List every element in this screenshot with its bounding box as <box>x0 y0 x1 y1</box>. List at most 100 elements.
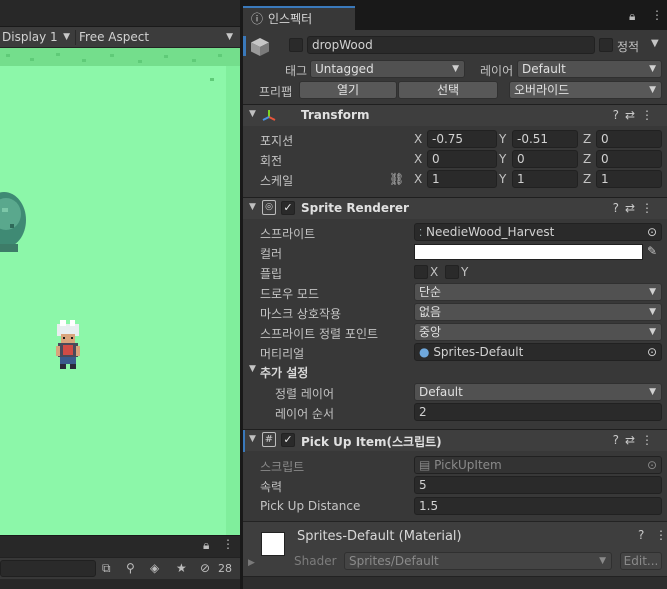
color-swatch[interactable] <box>414 244 643 260</box>
kebab-menu-icon[interactable]: ⋮ <box>641 433 659 447</box>
rotation-x-axis[interactable]: X <box>414 152 422 166</box>
preset-icon[interactable]: ⇄ <box>625 433 641 447</box>
lock-icon[interactable]: 🔒︎ <box>203 538 209 553</box>
script-icon: # <box>262 432 276 447</box>
game-view-toolbar: Display 1 ▼ Free Aspect ▼ <box>0 27 240 48</box>
sprite-object-field[interactable]: ⁚ NeedieWood_Harvest ⊙ <box>414 223 662 241</box>
help-icon[interactable]: ? <box>638 528 644 542</box>
scale-label: 스케일 <box>260 174 294 188</box>
material-object-field[interactable]: ● Sprites-Default ⊙ <box>414 343 662 361</box>
shader-label: Shader <box>294 554 337 568</box>
sorting-layer-value: Default <box>419 385 463 399</box>
sorting-layer-dropdown[interactable]: Default ▼ <box>414 383 662 401</box>
flip-label: 플립 <box>260 267 283 281</box>
rotation-z-field[interactable]: 0 <box>596 150 662 168</box>
object-picker-icon: ⊙ <box>646 458 657 472</box>
position-y-axis[interactable]: Y <box>499 132 506 146</box>
hidden-count-icon[interactable]: ⊘ <box>200 561 210 575</box>
position-x-field[interactable]: -0.75 <box>427 130 497 148</box>
material-asset-icon: ● <box>419 345 430 359</box>
script-label: 스크립트 <box>260 460 305 474</box>
layer-dropdown[interactable]: Default ▼ <box>517 60 662 78</box>
rotation-x-field[interactable]: 0 <box>427 150 497 168</box>
rotation-y-axis[interactable]: Y <box>499 152 506 166</box>
kebab-menu-icon[interactable]: ⋮ <box>222 537 234 551</box>
scale-y-field[interactable]: 1 <box>512 170 578 188</box>
help-icon[interactable]: ? <box>613 108 625 122</box>
preset-icon[interactable]: ⇄ <box>625 201 641 215</box>
sprite-renderer-title: Sprite Renderer <box>301 201 409 215</box>
object-picker-icon[interactable]: ⊙ <box>647 344 657 360</box>
sprite-renderer-enabled-checkbox[interactable]: ✓ <box>281 201 295 215</box>
pickup-item-header[interactable]: ▼ # ✓ Pick Up Item(스크립트) ?⇄⋮ <box>243 429 667 452</box>
position-y-field[interactable]: -0.51 <box>512 130 578 148</box>
object-picker-icon[interactable]: ⊙ <box>647 224 657 240</box>
filter-icon[interactable]: ⚲ <box>126 561 135 575</box>
kebab-menu-icon[interactable]: ⋮ <box>655 528 667 542</box>
additional-settings-label[interactable]: 추가 설정 <box>260 364 308 381</box>
foldout-arrow-icon[interactable]: ▼ <box>249 109 256 119</box>
shader-value: Sprites/Default <box>349 554 439 568</box>
tag-dropdown[interactable]: Untagged ▼ <box>310 60 465 78</box>
mask-interaction-dropdown[interactable]: 없음 ▼ <box>414 303 662 321</box>
game-view-panel: Display 1 ▼ Free Aspect ▼ 🔒︎ ⋮ ⧉ ⚲ ◈ ★ ⊘… <box>0 0 240 589</box>
kebab-menu-icon[interactable]: ⋮ <box>641 201 659 215</box>
pickup-distance-field[interactable]: 1.5 <box>414 497 662 515</box>
script-object-field: ▤ PickUpItem ⊙ <box>414 456 662 474</box>
order-in-layer-field[interactable]: 2 <box>414 403 662 421</box>
position-z-field[interactable]: 0 <box>596 130 662 148</box>
tab-inspector-label: 인스펙터 <box>268 12 313 26</box>
help-icon[interactable]: ? <box>613 201 625 215</box>
scale-z-field[interactable]: 1 <box>596 170 662 188</box>
star-icon[interactable]: ★ <box>176 561 187 575</box>
position-x-axis[interactable]: X <box>414 132 422 146</box>
scale-x-axis[interactable]: X <box>414 172 422 186</box>
grass-edge-right <box>226 66 240 535</box>
kebab-menu-icon[interactable]: ⋮ <box>641 108 659 122</box>
transform-header[interactable]: ▼ Transform ?⇄⋮ <box>243 104 667 126</box>
object-name-field[interactable]: dropWood <box>307 36 595 54</box>
foldout-arrow-icon[interactable]: ▼ <box>249 434 256 444</box>
position-z-axis[interactable]: Z <box>583 132 591 146</box>
constrain-proportions-icon[interactable]: ⛓︎ <box>389 172 404 186</box>
help-icon[interactable]: ? <box>613 433 625 447</box>
static-checkbox[interactable] <box>599 38 613 52</box>
display-dropdown[interactable]: Display 1 ▼ <box>0 29 74 46</box>
tag-icon[interactable]: ◈ <box>150 561 159 575</box>
prefab-overrides-label: 오버라이드 <box>514 83 570 97</box>
flip-x-checkbox[interactable] <box>414 265 428 279</box>
flip-y-checkbox[interactable] <box>445 265 459 279</box>
rotation-y-field[interactable]: 0 <box>512 150 578 168</box>
draw-mode-dropdown[interactable]: 단순 ▼ <box>414 283 662 301</box>
prefab-select-button[interactable]: 선택 <box>398 81 498 99</box>
scene-search-input[interactable] <box>0 560 96 577</box>
bush-sprite <box>0 192 26 252</box>
aspect-dropdown[interactable]: Free Aspect ▼ <box>77 29 237 46</box>
chevron-down-icon: ▼ <box>649 387 656 397</box>
eyedropper-icon[interactable]: ✎ <box>647 244 657 258</box>
foldout-arrow-icon[interactable]: ▼ <box>249 202 256 212</box>
scale-y-axis[interactable]: Y <box>499 172 506 186</box>
grass-border <box>0 48 240 66</box>
chevron-down-icon[interactable]: ▼ <box>651 38 659 49</box>
preset-icon[interactable]: ⇄ <box>625 108 641 122</box>
color-label: 컬러 <box>260 247 283 261</box>
prefab-open-button[interactable]: 열기 <box>299 81 397 99</box>
game-render-view[interactable] <box>0 48 240 535</box>
foldout-arrow-icon[interactable]: ▼ <box>249 364 256 374</box>
scale-z-axis[interactable]: Z <box>583 172 591 186</box>
rotation-z-axis[interactable]: Z <box>583 152 591 166</box>
speed-field[interactable]: 5 <box>414 476 662 494</box>
lock-icon[interactable]: 🔒︎ <box>629 9 635 24</box>
pickup-enabled-checkbox[interactable]: ✓ <box>281 433 295 447</box>
sort-point-dropdown[interactable]: 중앙 ▼ <box>414 323 662 341</box>
scale-x-field[interactable]: 1 <box>427 170 497 188</box>
tag-label: 태그 <box>285 64 308 78</box>
scene-view-icon[interactable]: ⧉ <box>102 561 111 576</box>
sprite-renderer-header[interactable]: ▼ ◎ ✓ Sprite Renderer ?⇄⋮ <box>243 197 667 219</box>
foldout-arrow-icon[interactable]: ▶ <box>248 558 255 568</box>
active-checkbox[interactable] <box>289 38 303 52</box>
tab-inspector[interactable]: ⓘ 인스펙터 <box>243 6 355 30</box>
kebab-menu-icon[interactable]: ⋮ <box>651 8 663 22</box>
prefab-overrides-dropdown[interactable]: 오버라이드 ▼ <box>509 81 662 99</box>
